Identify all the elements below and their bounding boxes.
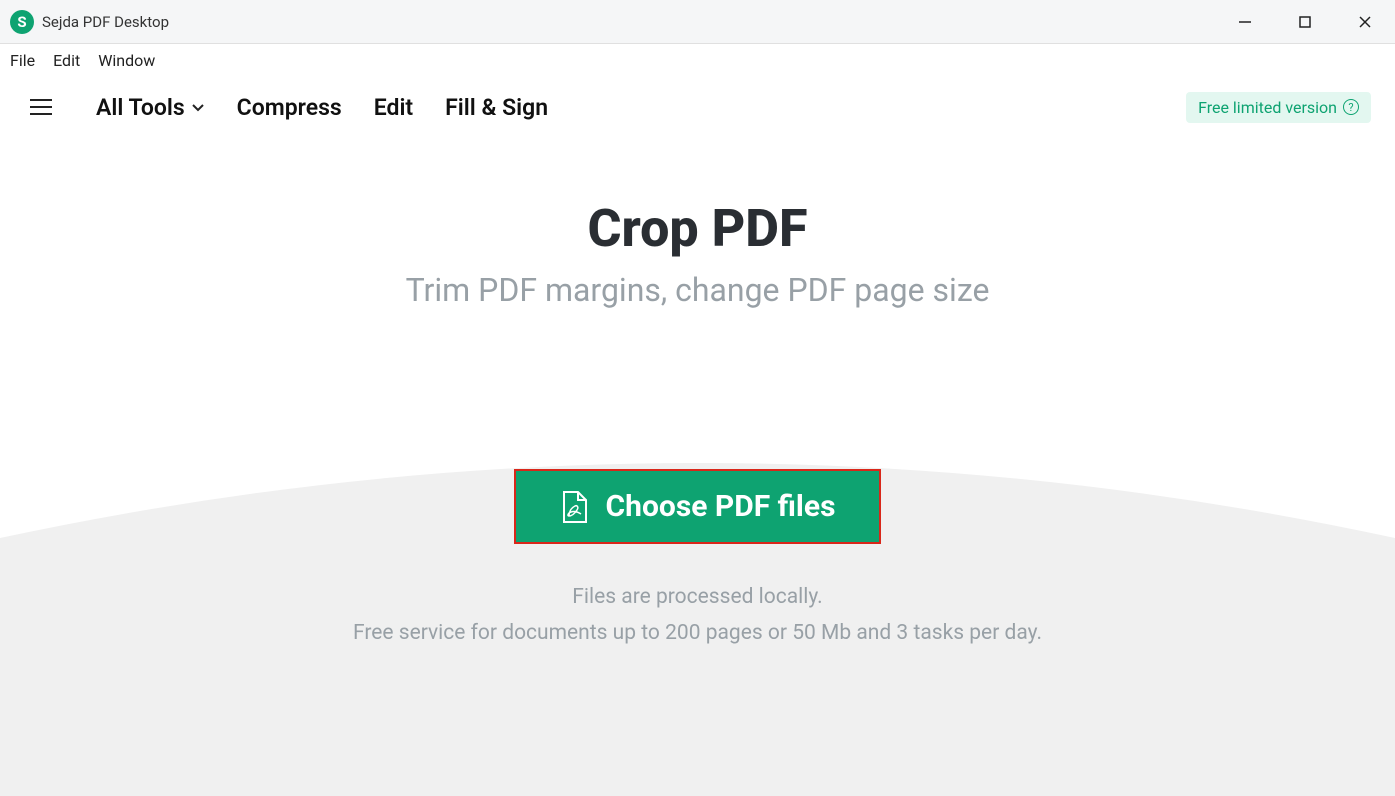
page-title: Crop PDF [0, 198, 1395, 259]
titlebar: S Sejda PDF Desktop [0, 0, 1395, 44]
close-button[interactable] [1335, 0, 1395, 43]
close-icon [1358, 15, 1372, 29]
choose-pdf-label: Choose PDF files [606, 489, 836, 524]
content-inner: Crop PDF Trim PDF margins, change PDF pa… [0, 138, 1395, 651]
choose-pdf-button[interactable]: Choose PDF files [514, 469, 882, 544]
hamburger-line-icon [30, 99, 52, 101]
chevron-down-icon [191, 100, 205, 114]
all-tools-label: All Tools [96, 94, 185, 121]
help-circle-icon: ? [1343, 99, 1359, 115]
all-tools-dropdown[interactable]: All Tools [96, 94, 205, 121]
hamburger-line-icon [30, 106, 52, 108]
minimize-icon [1238, 15, 1252, 29]
maximize-icon [1298, 15, 1312, 29]
menu-edit[interactable]: Edit [53, 51, 80, 70]
info-line-2: Free service for documents up to 200 pag… [0, 616, 1395, 652]
fill-sign-link[interactable]: Fill & Sign [445, 94, 548, 121]
hamburger-menu[interactable] [30, 99, 52, 115]
maximize-button[interactable] [1275, 0, 1335, 43]
app-title: Sejda PDF Desktop [42, 13, 169, 31]
compress-link[interactable]: Compress [237, 94, 342, 121]
page-subtitle: Trim PDF margins, change PDF page size [0, 271, 1395, 309]
info-line-1: Files are processed locally. [0, 580, 1395, 616]
titlebar-left: S Sejda PDF Desktop [10, 10, 169, 34]
version-badge[interactable]: Free limited version ? [1186, 92, 1371, 123]
edit-link[interactable]: Edit [374, 94, 413, 121]
hamburger-line-icon [30, 113, 52, 115]
menu-window[interactable]: Window [98, 51, 155, 70]
minimize-button[interactable] [1215, 0, 1275, 43]
menubar: File Edit Window [0, 44, 1395, 76]
toolbar: All Tools Compress Edit Fill & Sign Free… [0, 76, 1395, 138]
toolbar-left: All Tools Compress Edit Fill & Sign [30, 94, 548, 121]
app-icon: S [10, 10, 34, 34]
main-content: Crop PDF Trim PDF margins, change PDF pa… [0, 138, 1395, 796]
pdf-file-icon [560, 490, 588, 524]
version-badge-label: Free limited version [1198, 98, 1337, 117]
window-controls [1215, 0, 1395, 43]
info-text: Files are processed locally. Free servic… [0, 580, 1395, 651]
menu-file[interactable]: File [10, 51, 35, 70]
